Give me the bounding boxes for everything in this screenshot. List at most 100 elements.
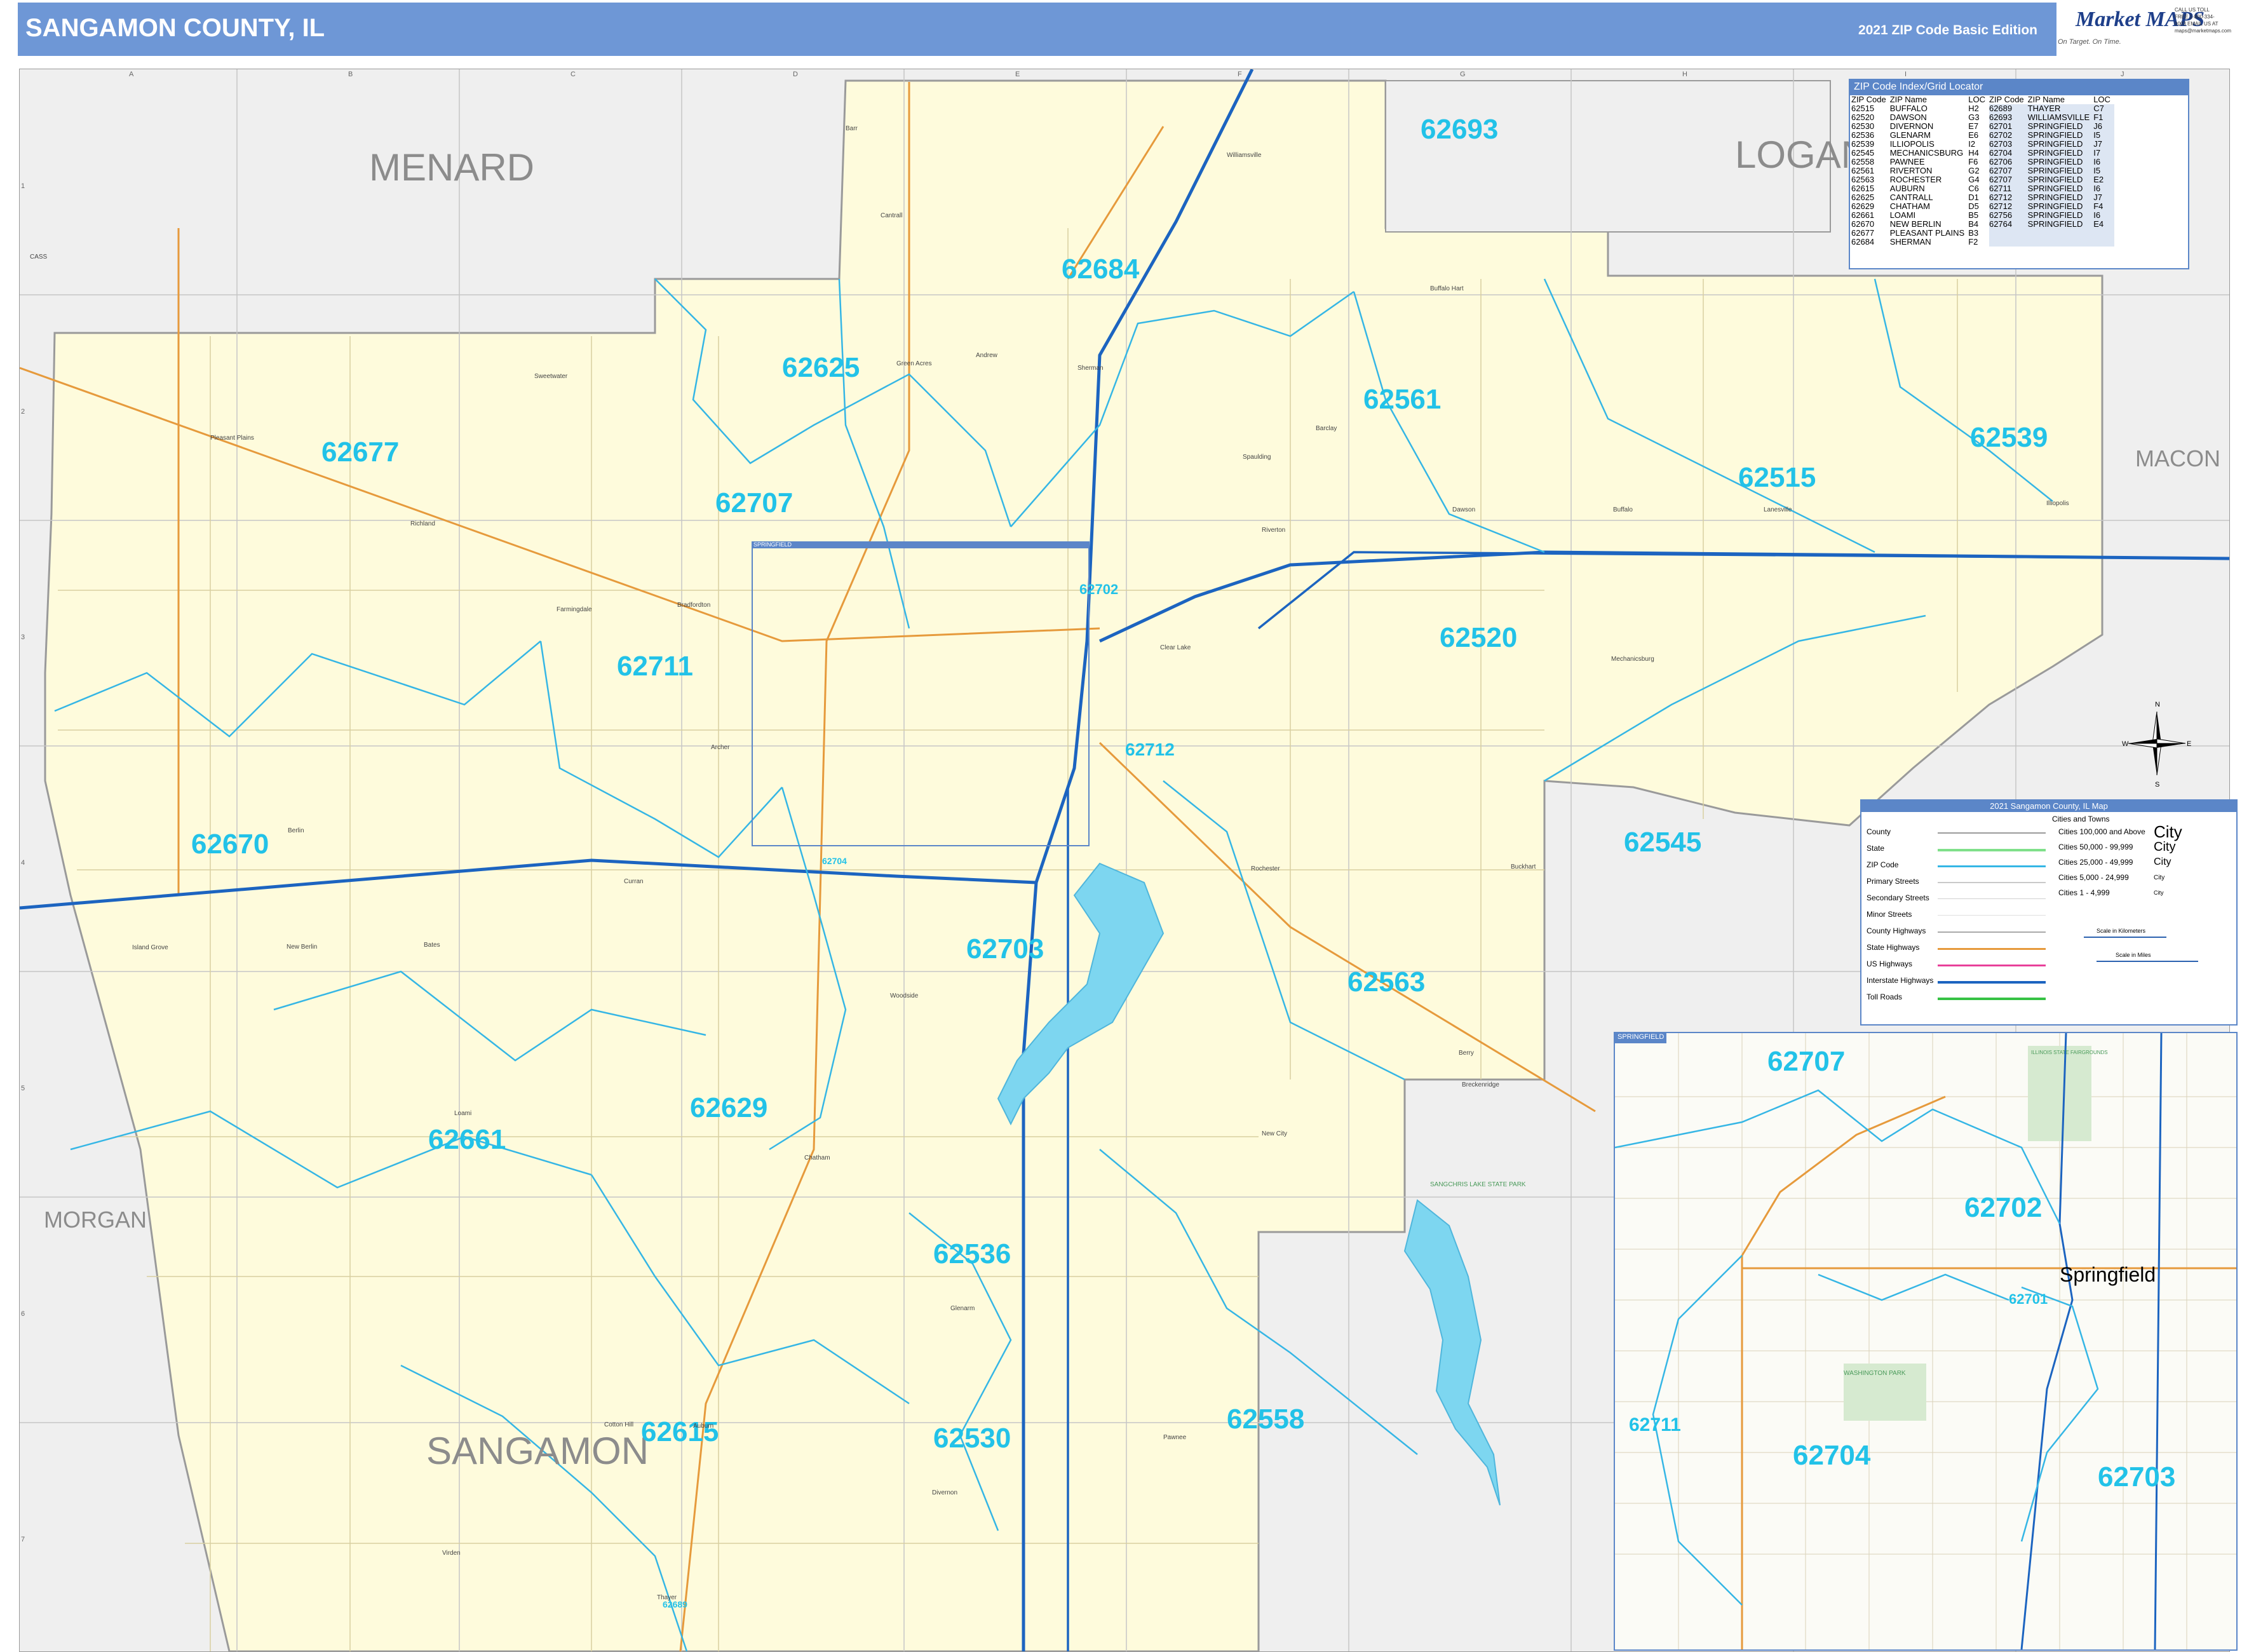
zip-label: 62693 (1421, 114, 1499, 145)
inset-zip-label: 62707 (1767, 1046, 1846, 1077)
zip-index-cell: 62539 (1851, 139, 1875, 149)
zip-index-cell: 62629 (1851, 201, 1875, 211)
legend-swatch (1938, 882, 2046, 883)
inset-zip-label: 62704 (1793, 1440, 1871, 1471)
grid-col-label: J (2121, 71, 2124, 78)
city-label: Green Acres (896, 360, 932, 367)
zip-index-cell: SPRINGFIELD (2027, 131, 2094, 140)
zip-index-cell: 62689 (1989, 104, 2028, 113)
city-label: Lanesville (1764, 506, 1792, 513)
zip-label: 62703 (966, 933, 1044, 965)
city-label: Bates (424, 942, 440, 949)
zip-label: 62615 (641, 1416, 719, 1447)
springfield-box-header (752, 542, 1089, 548)
inset-zip-label: 62701 (2009, 1291, 2048, 1307)
zip-index-cell: C6 (1968, 184, 1979, 193)
zip-index-cell: SPRINGFIELD (2027, 149, 2094, 158)
zip-label: 62677 (321, 437, 400, 468)
zip-index-cell: 62703 (1989, 140, 2028, 149)
grid-col-label: G (1460, 71, 1466, 78)
legend-panel: 2021 Sangamon County, IL Map Cities and … (1860, 799, 2238, 1026)
inset-canvas (1615, 1033, 2236, 1649)
zip-index-cell (2027, 229, 2094, 238)
zip-index-cell: 62515 (1851, 104, 1875, 113)
zip-index-cell: CHATHAM (1889, 201, 1930, 211)
zip-label: 62515 (1738, 462, 1816, 493)
zip-index-cell: 62704 (1989, 149, 2028, 158)
zip-index-cell: 62756 (1989, 211, 2028, 220)
legend-city-class: Cities 100,000 and Above (2058, 827, 2145, 836)
city-label: New Berlin (287, 944, 318, 951)
city-label: Illiopolis (2046, 500, 2069, 507)
zip-label: 62707 (715, 487, 793, 518)
zip-index-header: ZIP Name (2027, 95, 2065, 104)
zip-index-row: 62615 AUBURN C6 62711 SPRINGFIELD I6 (1851, 184, 2114, 193)
grid-col-label: D (793, 71, 798, 78)
zip-index-header: ZIP Code (1989, 95, 2024, 104)
zip-index-row: 62661 LOAMI B5 62756 SPRINGFIELD I6 (1851, 211, 2114, 220)
grid-row-label: 1 (21, 182, 25, 190)
zip-index-row: 62561 RIVERTON G2 62707 SPRINGFIELD I5 (1851, 166, 2114, 175)
zip-index-cell: B4 (1968, 219, 1979, 229)
zip-index-cell: SPRINGFIELD (2027, 184, 2094, 193)
city-label: Bradfordton (677, 602, 711, 609)
zip-index-cell: SPRINGFIELD (2027, 175, 2094, 184)
zip-index-cell: 62561 (1851, 166, 1875, 175)
grid-col-label: C (571, 71, 576, 78)
park-label: SANGCHRIS LAKE STATE PARK (1430, 1181, 1526, 1188)
zip-index-cell: 62764 (1989, 220, 2028, 229)
grid-col-label: H (1682, 71, 1687, 78)
city-label: Mechanicsburg (1611, 656, 1654, 663)
zip-index-cell: SPRINGFIELD (2027, 202, 2094, 211)
zip-index-cell: B5 (1968, 210, 1979, 220)
legend-swatch (1938, 965, 2046, 966)
city-label: Auburn (693, 1423, 714, 1430)
legend-swatch (1938, 931, 2046, 933)
legend-city-sample: City (2154, 840, 2176, 854)
inset-city-springfield: Springfield (2060, 1263, 2156, 1286)
zip-index-cell: J7 (2093, 193, 2114, 202)
legend-swatch (1938, 948, 2046, 950)
zip-index-cell: DIVERNON (1889, 121, 1934, 131)
zip-index-row: 62539 ILLIOPOLIS I2 62703 SPRINGFIELD J7 (1851, 140, 2114, 149)
inset-fairgrounds (2028, 1046, 2091, 1141)
city-label: Breckenridge (1462, 1081, 1499, 1088)
grid-row-label: 3 (21, 633, 25, 641)
zip-index-cell: 62684 (1851, 237, 1875, 247)
county-label-morgan: MORGAN (44, 1207, 147, 1233)
zip-index-header-row: ZIP Code ZIP Name LOC ZIP Code ZIP Name … (1851, 95, 2114, 104)
city-label: Clear Lake (1160, 644, 1191, 651)
legend-city-sample: City (2154, 890, 2164, 896)
zip-index-cell: I5 (2093, 166, 2114, 175)
zip-index-row: 62563 ROCHESTER G4 62707 SPRINGFIELD E2 (1851, 175, 2114, 184)
inset-park-label: WASHINGTON PARK (1844, 1370, 1906, 1377)
legend-city-sample: City (2154, 874, 2165, 881)
zip-index-cell: F1 (2093, 113, 2114, 122)
zip-index-header: ZIP Code (1851, 95, 1886, 104)
legend-row: County Highways (1867, 926, 1926, 935)
city-label: Andrew (976, 352, 997, 359)
zip-index-cell: PAWNEE (1889, 157, 1925, 166)
zip-index-cell: THAYER (2027, 104, 2094, 113)
springfield-inset: SPRINGFIELD 62707 62702 62701 62711 6270… (1614, 1032, 2238, 1651)
zip-index-cell: 62563 (1851, 175, 1875, 184)
city-label: Riverton (1262, 527, 1286, 534)
grid-col-label: A (129, 71, 134, 78)
zip-index-cell: J7 (2093, 140, 2114, 149)
grid-col-label: E (1015, 71, 1020, 78)
legend-row: Primary Streets (1867, 877, 1919, 886)
zip-index-header: ZIP Name (1889, 95, 1927, 104)
zip-index-cell: 62707 (1989, 166, 2028, 175)
city-label: Dawson (1452, 506, 1476, 513)
zip-index-cell: F2 (1968, 237, 1978, 247)
zip-index-cell (2027, 238, 2094, 247)
legend-scale-mi: Scale in Miles (2116, 952, 2151, 958)
zip-index-row: 62684 SHERMAN F2 (1851, 238, 2114, 247)
zip-index-header: LOC (2093, 95, 2110, 104)
zip-index-cell: I5 (2093, 131, 2114, 140)
brand-contact: CALL US TOLL FREE 1-800-334-0003 EMAIL U… (2175, 7, 2232, 34)
city-label: Spaulding (1243, 454, 1271, 461)
zip-index-cell: I7 (2093, 149, 2114, 158)
zip-index-cell: C7 (2093, 104, 2114, 113)
compass-rose: N S W E (2122, 701, 2191, 788)
